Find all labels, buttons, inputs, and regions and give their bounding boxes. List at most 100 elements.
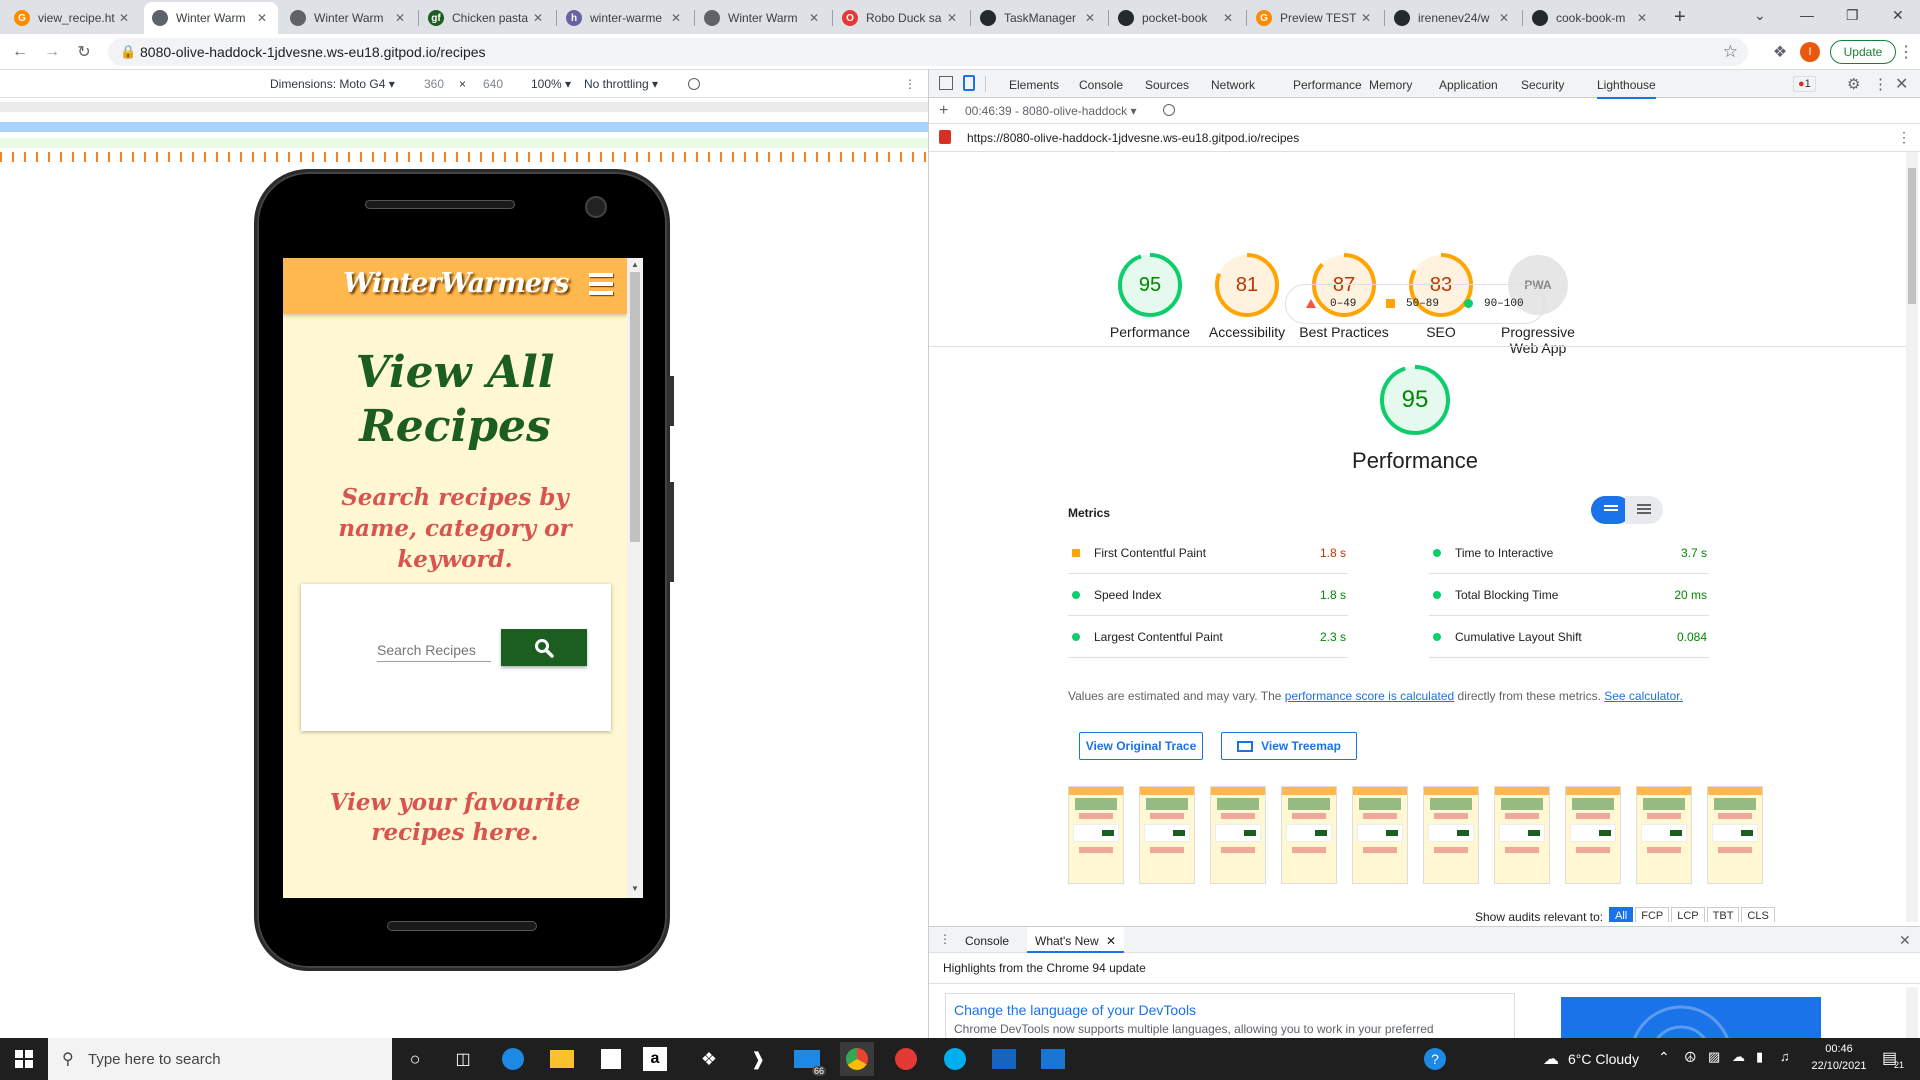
- new-report-icon[interactable]: +: [939, 102, 948, 120]
- ruler-min-max[interactable]: [0, 122, 928, 132]
- inspect-element-icon[interactable]: [939, 76, 953, 90]
- tray-chevron-icon[interactable]: ⌃: [1658, 1049, 1670, 1066]
- scrollbar-thumb[interactable]: [630, 272, 640, 542]
- volume-icon[interactable]: ♫: [1780, 1049, 1790, 1064]
- ruler-max-width[interactable]: [0, 102, 928, 112]
- see-calculator-link[interactable]: See calculator.: [1604, 689, 1683, 703]
- taskbar-search-box[interactable]: ⚲ Type here to search: [48, 1038, 392, 1080]
- drawer-scrollbar[interactable]: [1906, 987, 1918, 1039]
- store-icon[interactable]: [594, 1042, 628, 1076]
- filmstrip-frame[interactable]: [1423, 786, 1479, 884]
- close-whats-new-icon[interactable]: ✕: [1106, 934, 1116, 948]
- scroll-up-icon[interactable]: ▲: [631, 260, 639, 269]
- devtools-tab-security[interactable]: Security: [1521, 78, 1564, 92]
- browser-menu-icon[interactable]: ⋮: [1896, 42, 1916, 62]
- mail-icon[interactable]: 66: [790, 1042, 826, 1076]
- close-tab-icon[interactable]: ✕: [1220, 11, 1236, 25]
- device-toggle-icon[interactable]: [963, 75, 975, 91]
- brand-logo[interactable]: WinterWarmers: [343, 268, 569, 299]
- filmstrip-frame[interactable]: [1636, 786, 1692, 884]
- page-scrollbar[interactable]: ▲ ▼: [627, 258, 643, 898]
- reload-icon[interactable]: ↻: [74, 42, 94, 62]
- taskbar-time[interactable]: 00:46: [1804, 1043, 1874, 1055]
- devtools-tab-network[interactable]: Network: [1211, 78, 1255, 92]
- devtools-tab-lighthouse[interactable]: Lighthouse: [1597, 78, 1656, 99]
- help-icon[interactable]: ?: [1418, 1042, 1452, 1076]
- new-tab-icon[interactable]: +: [1674, 6, 1686, 29]
- media-player-icon[interactable]: [987, 1042, 1021, 1076]
- browser-tab[interactable]: Winter Warm ✕: [282, 2, 416, 34]
- devtools-tab-console[interactable]: Console: [1079, 78, 1123, 92]
- audit-filter-tbt[interactable]: TBT: [1706, 907, 1740, 922]
- throttle-select[interactable]: No throttling ▾: [584, 77, 658, 91]
- favourites-heading[interactable]: View your favourite recipes here.: [283, 788, 627, 848]
- zoom-select[interactable]: 100% ▾: [531, 77, 571, 91]
- browser-tab[interactable]: cook-book-m ✕: [1524, 2, 1658, 34]
- drawer-tab-console[interactable]: Console: [965, 934, 1009, 948]
- amazon-icon[interactable]: a: [643, 1047, 667, 1071]
- close-tab-icon[interactable]: ✕: [1634, 11, 1650, 25]
- report-select[interactable]: 00:46:39 - 8080-olive-haddock ▾: [965, 104, 1136, 118]
- close-tab-icon[interactable]: ✕: [392, 11, 408, 25]
- windows-start-icon[interactable]: [7, 1042, 41, 1076]
- device-options-icon[interactable]: ⋮: [904, 77, 916, 91]
- pinned-app-icon[interactable]: [889, 1042, 923, 1076]
- forward-icon[interactable]: →: [42, 42, 62, 62]
- close-tab-icon[interactable]: ✕: [806, 11, 822, 25]
- view-treemap-button[interactable]: View Treemap: [1221, 732, 1357, 760]
- filmstrip-frame[interactable]: [1707, 786, 1763, 884]
- photos-icon[interactable]: [1036, 1042, 1070, 1076]
- onedrive-icon[interactable]: ☁: [1732, 1049, 1745, 1065]
- weather-text[interactable]: 6°C Cloudy: [1568, 1051, 1639, 1067]
- whats-new-link[interactable]: Change the language of your DevTools: [954, 1002, 1506, 1018]
- error-counter[interactable]: ●1: [1793, 76, 1816, 92]
- close-tab-icon[interactable]: ✕: [1496, 11, 1512, 25]
- browser-tab[interactable]: O Robo Duck sa ✕: [834, 2, 968, 34]
- drawer-menu-icon[interactable]: ⋮: [939, 932, 951, 946]
- weather-cloud-icon[interactable]: ☁: [1534, 1042, 1568, 1076]
- profile-avatar[interactable]: I: [1800, 42, 1820, 62]
- viewport-height-input[interactable]: 640: [483, 77, 503, 91]
- back-icon[interactable]: ←: [10, 42, 30, 62]
- filmstrip-frame[interactable]: [1281, 786, 1337, 884]
- audit-filter-fcp[interactable]: FCP: [1635, 907, 1670, 922]
- close-window-icon[interactable]: ✕: [1892, 7, 1904, 24]
- search-button[interactable]: [501, 629, 587, 666]
- network-icon[interactable]: ▨: [1708, 1049, 1720, 1065]
- chrome-icon[interactable]: [840, 1042, 874, 1076]
- dropbox-icon[interactable]: ❖: [692, 1042, 726, 1076]
- device-dimensions-select[interactable]: Dimensions: Moto G4 ▾: [270, 77, 395, 91]
- devtools-tab-performance[interactable]: Performance: [1293, 78, 1362, 92]
- score-calculated-link[interactable]: performance score is calculated: [1285, 689, 1454, 703]
- filmstrip-frame[interactable]: [1494, 786, 1550, 884]
- filmstrip-frame[interactable]: [1139, 786, 1195, 884]
- close-drawer-icon[interactable]: ✕: [1899, 932, 1911, 949]
- close-tab-icon[interactable]: ✕: [254, 11, 270, 25]
- slack-icon[interactable]: ❱: [741, 1042, 775, 1076]
- search-input[interactable]: [377, 638, 491, 662]
- report-scrollbar-thumb[interactable]: [1908, 168, 1916, 304]
- edge-icon[interactable]: [496, 1042, 530, 1076]
- devtools-tab-elements[interactable]: Elements: [1009, 78, 1059, 92]
- browser-tab[interactable]: Gview_recipe.ht ✕: [6, 2, 140, 34]
- hamburger-menu-icon[interactable]: [589, 273, 613, 295]
- browser-tab[interactable]: Winter Warm ✕: [144, 2, 278, 34]
- browser-tab[interactable]: G Preview TEST ✕: [1248, 2, 1382, 34]
- bookmark-star-icon[interactable]: ☆: [1723, 42, 1738, 62]
- minimize-icon[interactable]: —: [1800, 7, 1814, 23]
- filmstrip-frame[interactable]: [1352, 786, 1408, 884]
- score-gauge-performance[interactable]: 95 Performance: [1105, 252, 1195, 340]
- skype-icon[interactable]: [938, 1042, 972, 1076]
- ruler-min-width[interactable]: [0, 138, 928, 148]
- address-bar[interactable]: 🔒 8080-olive-haddock-1jdvesne.ws-eu18.gi…: [108, 38, 1748, 66]
- report-scrollbar[interactable]: [1906, 152, 1918, 922]
- extensions-icon[interactable]: ❖: [1770, 42, 1790, 62]
- devtools-menu-icon[interactable]: ⋮: [1873, 75, 1888, 93]
- audit-filter-lcp[interactable]: LCP: [1671, 907, 1705, 922]
- cortana-icon[interactable]: ○: [398, 1042, 432, 1076]
- report-menu-icon[interactable]: ⋮: [1897, 129, 1911, 146]
- close-tab-icon[interactable]: ✕: [1082, 11, 1098, 25]
- close-tab-icon[interactable]: ✕: [668, 11, 684, 25]
- close-tab-icon[interactable]: ✕: [1358, 11, 1374, 25]
- update-button[interactable]: Update: [1830, 40, 1896, 64]
